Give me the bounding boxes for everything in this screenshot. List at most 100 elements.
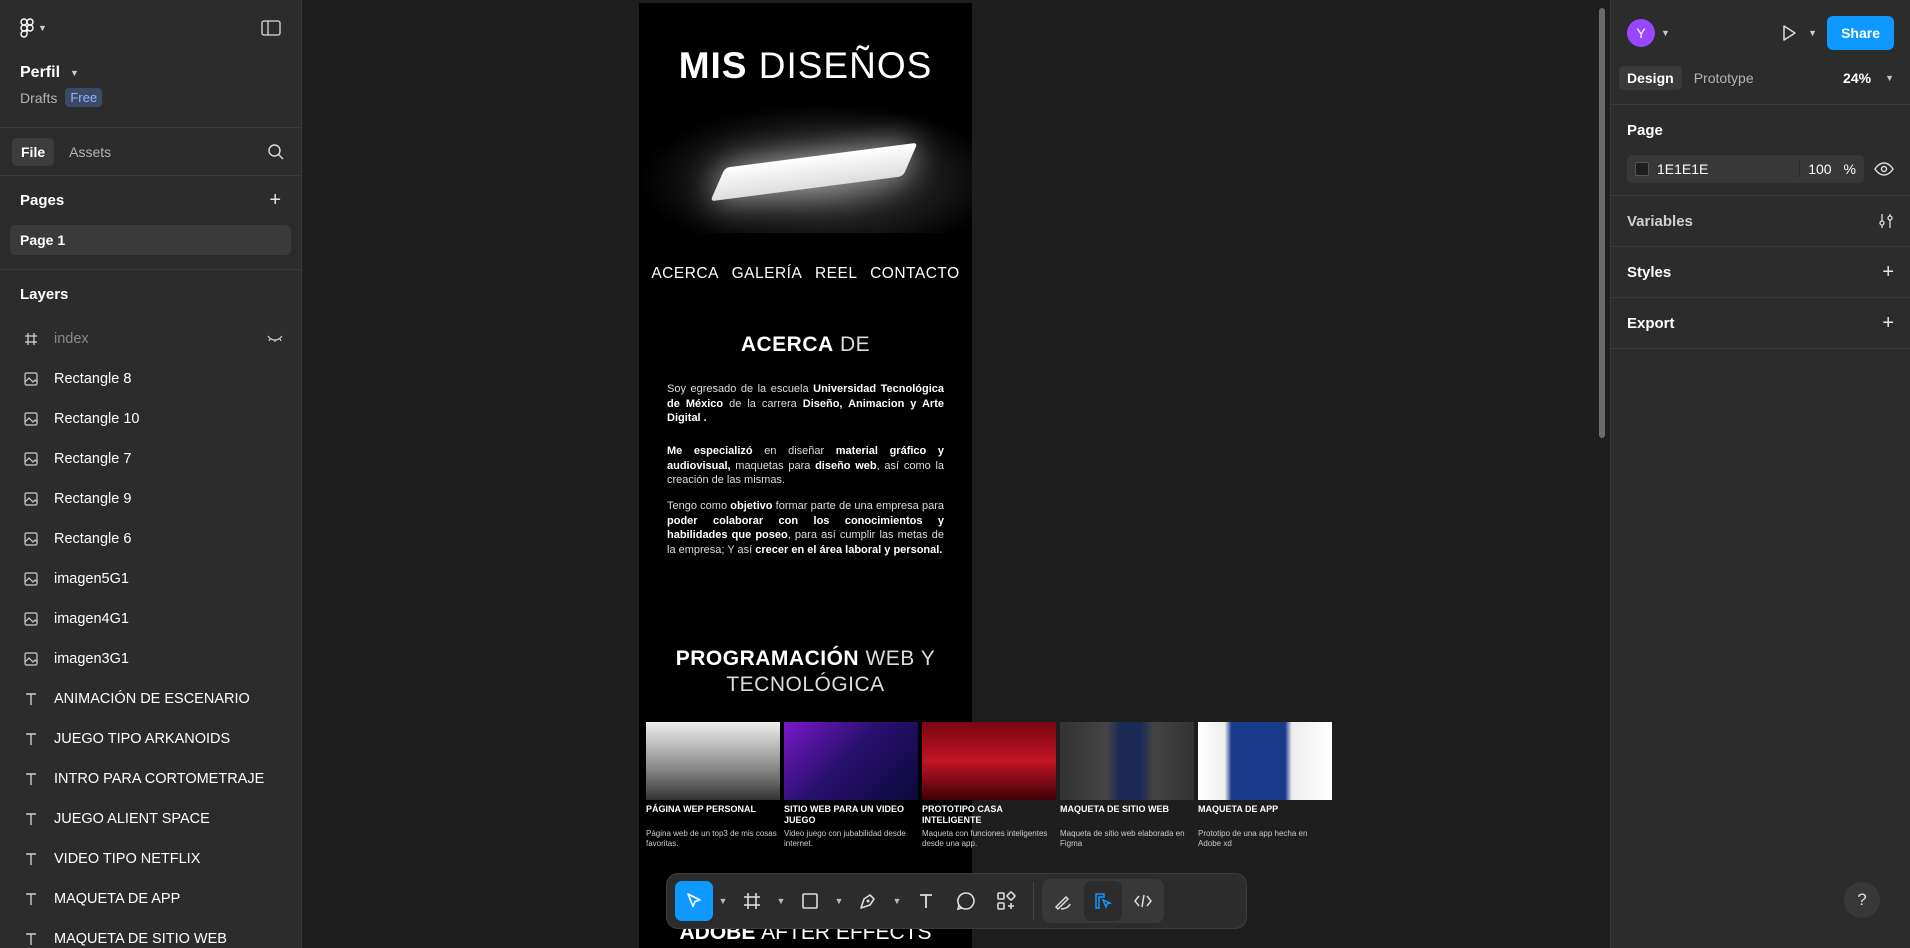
about-paragraph-1[interactable]: Soy egresado de la escuela Universidad T… [667, 382, 944, 426]
about-light: DE [840, 333, 871, 356]
page-item[interactable]: Page 1 [10, 225, 291, 255]
layer-item[interactable]: VIDEO TIPO NETFLIX [0, 839, 301, 879]
layer-item[interactable]: Rectangle 9 [0, 479, 301, 519]
project-card[interactable]: MAQUETA DE SITIO WEB Maqueta de sitio web… [1060, 722, 1194, 849]
chevron-down-icon[interactable]: ▼ [889, 881, 905, 921]
layer-label: Rectangle 8 [54, 371, 132, 387]
comment-tool-button[interactable] [947, 881, 985, 921]
layer-item[interactable]: imagen5G1 [0, 559, 301, 599]
present-button[interactable] [1780, 24, 1798, 42]
layer-item[interactable]: Rectangle 8 [0, 359, 301, 399]
layer-item[interactable]: index [0, 319, 301, 359]
project-thumbnail[interactable] [646, 722, 780, 800]
text-icon [24, 692, 38, 706]
tab-design[interactable]: Design [1619, 66, 1682, 90]
opacity-value[interactable]: 100 [1808, 161, 1831, 177]
file-name[interactable]: Perfil ▼ [0, 56, 301, 82]
shape-tool-button[interactable] [791, 881, 829, 921]
project-thumbnail[interactable] [1060, 722, 1194, 800]
layer-item[interactable]: Rectangle 10 [0, 399, 301, 439]
tab-assets[interactable]: Assets [60, 138, 120, 166]
pen-tool-button[interactable] [849, 881, 887, 921]
layer-item[interactable]: JUEGO ALIENT SPACE [0, 799, 301, 839]
project-card[interactable]: SITIO WEB PARA UN VIDEO JUEGO Video juego… [784, 722, 918, 849]
sidebar-toggle-icon[interactable] [261, 20, 281, 36]
text-tool-button[interactable] [907, 881, 945, 921]
project-card[interactable]: PÁGINA WEP PERSONAL Página web de un top3… [646, 722, 780, 849]
paragraph-segment: Me especializó [667, 445, 753, 457]
paragraph-segment: Tengo como [667, 500, 731, 512]
project-card[interactable]: PROTOTIPO CASA INTELIGENTE Maqueta con fu… [922, 722, 1056, 849]
tablet-image [710, 142, 918, 202]
search-icon[interactable] [267, 143, 289, 161]
layer-item[interactable]: Rectangle 7 [0, 439, 301, 479]
project-card[interactable]: MAQUETA DE APP Prototipo de una app hecha… [1198, 722, 1332, 849]
page-section-header: Page [1611, 104, 1910, 155]
layer-item[interactable]: MAQUETA DE SITIO WEB [0, 919, 301, 948]
about-paragraph-2[interactable]: Me especializó en diseñar material gráfi… [667, 444, 944, 488]
layer-item[interactable]: imagen4G1 [0, 599, 301, 639]
tab-prototype[interactable]: Prototype [1686, 66, 1762, 90]
draw-mode-button[interactable] [1044, 881, 1082, 921]
programming-heading[interactable]: PROGRAMACIÓN WEB Y TECNOLÓGICA [639, 646, 972, 698]
canvas-scrollbar[interactable] [1599, 8, 1605, 438]
add-style-icon[interactable]: + [1882, 261, 1894, 284]
layer-label: INTRO PARA CORTOMETRAJE [54, 771, 265, 787]
about-heading[interactable]: ACERCA DE [639, 333, 972, 357]
nav-contacto[interactable]: CONTACTO [870, 265, 960, 283]
drafts-label[interactable]: Drafts [20, 90, 57, 106]
dev-mode-button[interactable] [1124, 881, 1162, 921]
layer-item[interactable]: imagen3G1 [0, 639, 301, 679]
layer-label: MAQUETA DE APP [54, 891, 181, 907]
project-thumbnail[interactable] [1198, 722, 1332, 800]
chevron-down-icon[interactable]: ▼ [715, 881, 731, 921]
layer-item[interactable]: MAQUETA DE APP [0, 879, 301, 919]
main-menu-button[interactable]: ▼ [20, 18, 47, 38]
chevron-down-icon[interactable]: ▼ [831, 881, 847, 921]
page-color-value[interactable]: 1E1E1E [1657, 161, 1708, 177]
actions-button[interactable] [987, 881, 1025, 921]
nav-galeria[interactable]: GALERÍA [732, 265, 803, 283]
export-section[interactable]: Export + [1611, 297, 1910, 348]
variables-label: Variables [1627, 212, 1693, 230]
hidden-eye-icon[interactable] [267, 331, 283, 347]
opacity-field[interactable]: 100 % [1799, 161, 1856, 177]
styles-section[interactable]: Styles + [1611, 246, 1910, 297]
variables-icon[interactable] [1878, 213, 1894, 229]
page-item-label: Page 1 [20, 232, 66, 248]
nav-reel[interactable]: REEL [815, 265, 858, 283]
image-icon [24, 572, 38, 586]
comment-icon [956, 892, 975, 911]
layer-item[interactable]: ANIMACIÓN DE ESCENARIO [0, 679, 301, 719]
about-paragraph-3[interactable]: Tengo como objetivo formar parte de una … [667, 499, 944, 557]
frame-tool-button[interactable] [733, 881, 771, 921]
add-page-icon[interactable]: + [269, 189, 281, 212]
avatar[interactable]: Y [1627, 19, 1655, 47]
variables-section[interactable]: Variables [1611, 195, 1910, 246]
eye-icon[interactable] [1874, 162, 1894, 176]
page-color-field[interactable]: 1E1E1E 100 % [1627, 155, 1864, 183]
layer-item[interactable]: Rectangle 6 [0, 519, 301, 559]
design-mode-button[interactable] [1084, 881, 1122, 921]
help-button[interactable]: ? [1844, 882, 1880, 918]
programming-bold: PROGRAMACIÓN [675, 647, 860, 670]
canvas[interactable]: MIS DISEÑOS ACERCA GALERÍA REEL CONTACTO… [303, 0, 1610, 948]
left-panel: ▼ Perfil ▼ Drafts Free File Assets Pages… [0, 0, 302, 948]
tab-file[interactable]: File [12, 137, 55, 166]
share-button[interactable]: Share [1827, 16, 1894, 50]
chevron-down-icon[interactable]: ▼ [773, 881, 789, 921]
user-menu[interactable]: Y ▼ [1627, 19, 1670, 47]
layer-item[interactable]: INTRO PARA CORTOMETRAJE [0, 759, 301, 799]
frame-title[interactable]: MIS DISEÑOS [639, 45, 972, 87]
pages-label: Pages [20, 192, 65, 209]
project-thumbnail[interactable] [922, 722, 1056, 800]
layer-item[interactable]: JUEGO TIPO ARKANOIDS [0, 719, 301, 759]
color-swatch[interactable] [1635, 162, 1649, 176]
zoom-control[interactable]: 24% ▼ [1843, 70, 1902, 86]
hero-image[interactable] [639, 103, 972, 233]
chevron-down-icon[interactable]: ▼ [1808, 28, 1817, 38]
move-tool-button[interactable] [675, 881, 713, 921]
nav-acerca[interactable]: ACERCA [651, 265, 719, 283]
project-thumbnail[interactable] [784, 722, 918, 800]
add-export-icon[interactable]: + [1882, 312, 1894, 335]
